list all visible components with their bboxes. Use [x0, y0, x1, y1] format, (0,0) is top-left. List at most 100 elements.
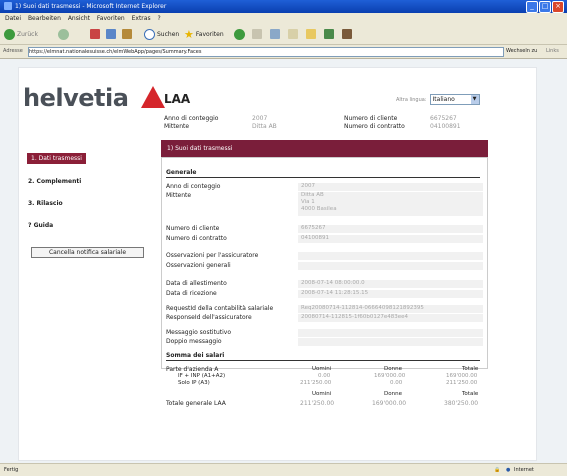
tot-totale-value: 380'250.00: [444, 400, 479, 407]
page-title: LAA: [164, 92, 191, 106]
print-button[interactable]: [270, 28, 280, 40]
row-label: Numero di cliente: [166, 225, 220, 232]
zone-label: Internet: [514, 467, 534, 473]
mail-icon: [252, 29, 262, 39]
row-value: [298, 338, 483, 346]
logo-text: helvetia: [23, 84, 129, 112]
somma-heading: Somma dei salari: [166, 352, 480, 361]
menu-datei[interactable]: Datei: [5, 15, 21, 22]
home-icon: [122, 29, 132, 39]
if-donne-value: 169'000.00: [374, 373, 406, 379]
search-label: Suchen: [157, 30, 180, 38]
col-donne-header: Donne: [384, 366, 402, 372]
section-title: 1) Suoi dati trasmessi: [161, 140, 488, 157]
row-value: 04100891: [298, 235, 483, 243]
menu-extras[interactable]: Extras: [132, 15, 151, 22]
mittente-line-1: Ditta AB: [301, 192, 324, 198]
header-anno-label: Anno di conteggio: [164, 115, 219, 122]
menu-help[interactable]: ?: [158, 15, 161, 22]
row-value: 20080714-112815-1f60b0127e483ee4: [298, 314, 483, 322]
window-titlebar: 1) Suoi dati trasmessi - Microsoft Inter…: [0, 0, 567, 13]
close-icon[interactable]: ×: [552, 1, 564, 13]
col-uomini-header-2: Uomini: [312, 391, 332, 397]
favorites-button[interactable]: ★ Favoriten: [184, 27, 224, 41]
status-text: Fertig: [4, 467, 19, 473]
if-uomini-value: 0.00: [318, 373, 331, 379]
row-label: Data di allestimento: [166, 280, 227, 287]
if-totale-value: 169'000.00: [446, 373, 478, 379]
stop-button[interactable]: [90, 28, 100, 40]
header-mittente-value: Ditta AB: [252, 123, 277, 130]
globe-icon: ●: [506, 467, 511, 473]
messenger-button[interactable]: [324, 28, 334, 40]
nav-item-guida[interactable]: ? Guida: [28, 222, 178, 229]
row-label: ResponseId dell'assicuratore: [166, 314, 252, 321]
nav-item-rilascio[interactable]: 3. Rilascio: [28, 200, 178, 207]
menu-favoriten[interactable]: Favoriten: [97, 15, 125, 22]
refresh-button[interactable]: [106, 28, 116, 40]
row-value: Req20080714-112814-06664098121892395: [298, 305, 483, 313]
history-button[interactable]: [234, 28, 245, 40]
header-cliente-label: Numero di cliente: [344, 115, 398, 122]
row-value: 2007: [298, 183, 483, 191]
logo-triangle-icon: [141, 86, 165, 108]
maximize-icon[interactable]: □: [539, 1, 551, 13]
cancel-notification-button[interactable]: Cancella notifica salariale: [31, 247, 144, 258]
edit-button[interactable]: [288, 28, 298, 40]
language-select[interactable]: Italiano ▼: [429, 94, 480, 105]
row-label: Data di ricezione: [166, 290, 217, 297]
menu-bearbeiten[interactable]: Bearbeiten: [28, 15, 61, 22]
print-icon: [270, 29, 280, 39]
minimize-icon[interactable]: _: [526, 1, 538, 13]
back-button[interactable]: Zurück: [4, 28, 38, 40]
research-button[interactable]: [342, 28, 352, 40]
tot-donne-value: 169'000.00: [372, 400, 407, 407]
url-input[interactable]: https://elmnat.nationalesuisse.ch/elmWeb…: [28, 47, 504, 57]
header-mittente-label: Mittente: [164, 123, 190, 130]
row-label: Messaggio sostitutivo: [166, 329, 231, 336]
search-button[interactable]: Suchen: [144, 28, 179, 40]
star-icon: ★: [184, 27, 194, 41]
sums-if-inp-label: IF + INP (A1+A2): [178, 373, 226, 379]
folder-icon: [306, 29, 316, 39]
nav-item-complementi[interactable]: 2. Complementi: [28, 178, 178, 185]
mittente-line-2: Via 1: [301, 199, 315, 205]
language-value: Italiano: [432, 96, 455, 103]
search-icon: [144, 28, 155, 40]
tot-uomini-value: 211'250.00: [300, 400, 335, 407]
helvetia-logo: helvetia: [23, 84, 165, 112]
stop-icon: [90, 29, 100, 39]
home-button[interactable]: [122, 28, 132, 40]
row-value: 2008-07-14 08:00:00.0: [298, 280, 483, 288]
status-bar: Fertig 🔒 ● Internet: [0, 463, 567, 476]
header-anno-value: 2007: [252, 115, 268, 122]
forward-arrow-icon: [58, 28, 69, 40]
col-uomini-header: Uomini: [312, 366, 332, 372]
row-label: Mittente: [166, 192, 192, 199]
totale-generale-label: Totale generale LAA: [166, 400, 226, 407]
solo-donne-value: 0.00: [390, 380, 403, 386]
links-label[interactable]: Links: [546, 45, 559, 58]
ie-icon: [4, 2, 12, 10]
language-selector: Altra lingua: Italiano ▼: [396, 94, 480, 105]
sums-parte-label: Parte d'azienda A: [166, 366, 219, 373]
row-value: [298, 262, 483, 270]
header-contratto-value: 04100891: [430, 123, 461, 130]
folder-button[interactable]: [306, 28, 316, 40]
window-controls: _ □ ×: [526, 1, 564, 13]
go-button[interactable]: Wechseln zu: [506, 45, 537, 58]
chevron-down-icon: ▼: [470, 95, 479, 104]
mail-button[interactable]: [252, 28, 262, 40]
url-text: https://elmnat.nationalesuisse.ch/elmWeb…: [29, 49, 202, 55]
forward-button[interactable]: [58, 28, 69, 40]
row-label: Numero di contratto: [166, 235, 227, 242]
row-label: Anno di conteggio: [166, 183, 221, 190]
address-label: Adresse: [3, 48, 23, 54]
favorites-label: Favoriten: [195, 30, 224, 38]
menu-ansicht[interactable]: Ansicht: [68, 15, 90, 22]
row-value: 2008-07-14 11:28:15.15: [298, 290, 483, 298]
nav-item-dati-trasmessi[interactable]: 1. Dati trasmessi: [27, 153, 86, 164]
browser-toolbar: Zurück Suchen ★ Favoriten: [0, 24, 567, 45]
back-arrow-icon: [4, 28, 15, 40]
research-icon: [342, 29, 352, 39]
